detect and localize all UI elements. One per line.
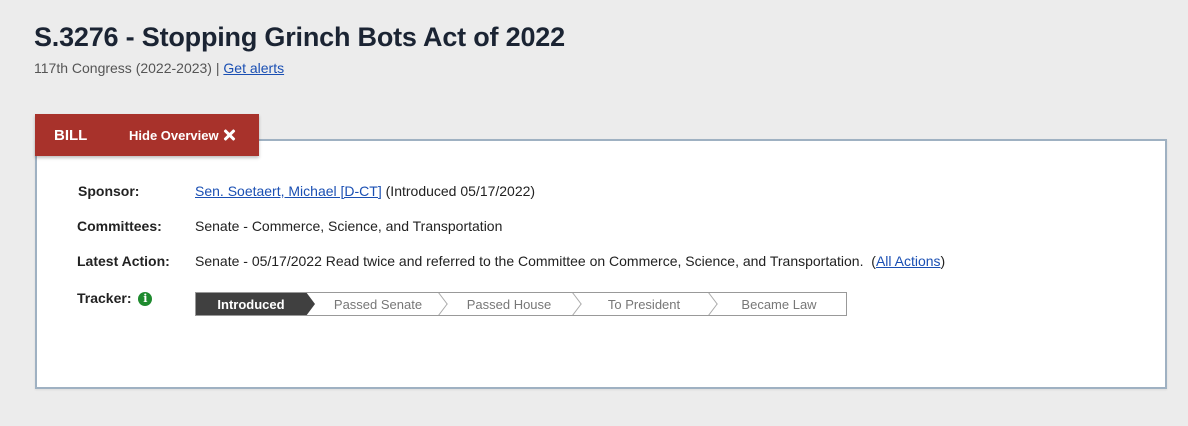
tracker-step-label: Passed Senate bbox=[333, 296, 423, 312]
hide-overview-button[interactable]: Hide Overview bbox=[110, 128, 235, 143]
committees-label: Committees: bbox=[77, 218, 162, 234]
get-alerts-link[interactable]: Get alerts bbox=[223, 60, 284, 76]
info-icon[interactable]: i bbox=[138, 292, 153, 307]
close-icon bbox=[223, 129, 235, 141]
tracker-step-label: Introduced bbox=[217, 296, 285, 312]
bill-subtitle: 117th Congress (2022-2023) | Get alerts bbox=[34, 60, 284, 76]
tracker-step-label: To President bbox=[607, 296, 681, 312]
tracker-step-became-law: Became Law bbox=[712, 293, 846, 315]
tracker-step-label: Became Law bbox=[741, 296, 817, 312]
tracker-step-label: Passed House bbox=[466, 296, 552, 312]
sponsor-value: Sen. Soetaert, Michael [D-CT] (Introduce… bbox=[195, 183, 535, 199]
hide-overview-label: Hide Overview bbox=[129, 127, 219, 143]
tracker-label-group: Tracker: i bbox=[77, 290, 153, 307]
committees-value: Senate - Commerce, Science, and Transpor… bbox=[195, 218, 503, 234]
sponsor-label: Sponsor: bbox=[78, 183, 140, 199]
tracker-step-introduced: Introduced bbox=[196, 293, 315, 315]
step-arrow-icon bbox=[306, 293, 315, 315]
tracker-step-passed-house: Passed House bbox=[442, 293, 582, 315]
tab-bill[interactable]: BILL bbox=[35, 127, 110, 144]
all-actions-close: ) bbox=[940, 253, 946, 269]
separator: | bbox=[215, 60, 220, 76]
tracker-step-passed-senate: Passed Senate bbox=[306, 293, 448, 315]
sponsor-link[interactable]: Sen. Soetaert, Michael [D-CT] bbox=[195, 183, 382, 199]
tracker-bar: Introduced Passed Senate Passed House To… bbox=[195, 292, 847, 316]
latest-action-text: Senate - 05/17/2022 Read twice and refer… bbox=[195, 253, 864, 269]
overview-tabbar: BILL Hide Overview bbox=[35, 114, 259, 156]
latest-action-value: Senate - 05/17/2022 Read twice and refer… bbox=[195, 253, 945, 269]
tracker-label: Tracker: bbox=[77, 290, 132, 306]
latest-action-label: Latest Action: bbox=[77, 253, 170, 269]
tracker-step-to-president: To President bbox=[576, 293, 718, 315]
congress-label: 117th Congress (2022-2023) bbox=[34, 60, 212, 76]
page-title: S.3276 - Stopping Grinch Bots Act of 202… bbox=[34, 22, 565, 52]
sponsor-introduced: (Introduced 05/17/2022) bbox=[385, 183, 536, 199]
all-actions-link[interactable]: All Actions bbox=[876, 253, 941, 269]
